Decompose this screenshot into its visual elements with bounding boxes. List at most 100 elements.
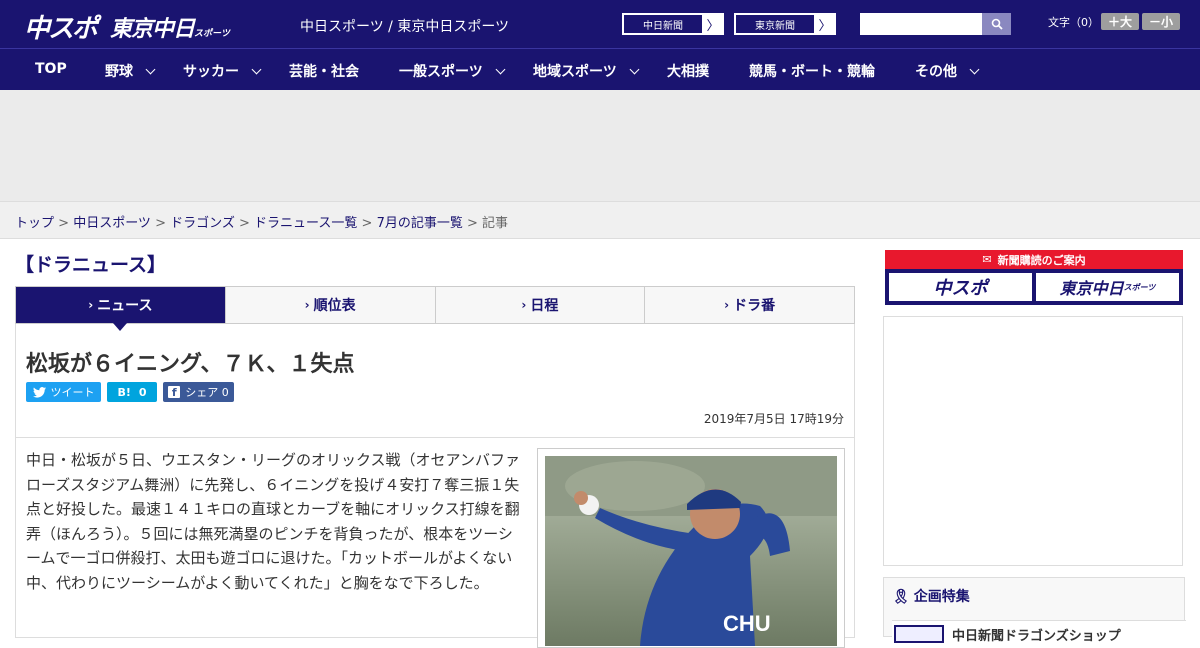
feature-title-text: 企画特集 [913,589,970,605]
chunichi-shimbun-label: 中日新聞 [623,14,703,34]
search-input[interactable] [860,13,982,35]
section-tabs: › ニュース › 順位表 › 日程 › ドラ番 [15,286,855,331]
tokyo-suffix: スポーツ [1123,282,1156,292]
tokyo-label: 東京中日 [1059,279,1124,298]
tab-standings[interactable]: › 順位表 [224,287,435,323]
breadcrumb: トップ > 中日スポーツ > ドラゴンズ > ドラニュース一覧 > 7月の記事一… [15,212,508,231]
chuspo-logo[interactable]: 中スポ [24,8,98,45]
article-body-box: 中日・松坂が５日、ウエスタン・リーグのオリックス戦（オセアンバファローズスタジア… [15,438,855,648]
chunichi-shimbun-link[interactable]: 中日新聞 〉 [622,13,724,35]
ribbon-icon: 🎗 [892,589,910,605]
sidebar-ad-area [883,316,1183,566]
breadcrumb-sep: > [234,216,255,231]
chevron-down-icon [251,64,262,75]
site-name: 中日スポーツ / 東京中日スポーツ [300,19,510,35]
chevron-down-icon [145,64,156,75]
feature-item-label: 中日新聞ドラゴンズショップ [952,629,1121,644]
pitcher-illustration: CHU [545,456,837,646]
chevron-right-icon: 〉 [706,18,720,34]
chevron-down-icon [629,64,640,75]
tweet-button[interactable]: ツイート [26,382,101,402]
nav-item-general-sports[interactable]: 一般スポーツ [399,61,506,81]
nav-item-baseball[interactable]: 野球 [105,61,156,81]
search-button[interactable] [982,13,1011,35]
share-label: シェア 0 [185,386,229,399]
breadcrumb-dragons[interactable]: ドラゴンズ [170,216,235,231]
font-size-label: 文字（0） [1048,16,1099,29]
nav-label: 野球 [105,64,133,80]
subscription-label: 新聞購読のご案内 [997,253,1086,267]
breadcrumb-current: 記事 [482,216,509,231]
breadcrumb-top[interactable]: トップ [15,216,54,231]
breadcrumb-sep: > [150,216,171,231]
hatena-bookmark-button[interactable]: B! 0 [107,382,157,402]
chevron-right-icon: › [88,298,94,312]
subscription-chuspo[interactable]: 中スポ [889,273,1032,301]
tab-schedule[interactable]: › 日程 [434,287,645,323]
jersey-text: CHU [723,611,771,636]
site-header: 中スポ 東京中日スポーツ 中日スポーツ / 東京中日スポーツ 中日新聞 〉 東京… [0,0,1200,48]
article-body: 中日・松坂が５日、ウエスタン・リーグのオリックス戦（オセアンバファローズスタジア… [26,451,520,592]
pitcher-photo: CHU [545,456,837,646]
chevron-right-icon: › [304,298,310,312]
nav-item-soccer[interactable]: サッカー [183,61,262,81]
nav-item-racing[interactable]: 競馬・ボート・競輪 [749,61,875,81]
feature-title: 🎗 企画特集 [892,586,970,606]
chevron-right-icon: › [521,298,527,312]
breadcrumb-sep: > [462,216,483,231]
chevron-right-icon: 〉 [818,18,832,34]
subscription-header: ✉ 新聞購読のご案内 [885,250,1183,269]
tab-label: 順位表 [313,298,356,314]
tab-label: 日程 [530,298,559,314]
chevron-down-icon [969,64,980,75]
tab-label: ドラ番 [733,298,776,314]
article-header: 松坂が６イニング、７Ｋ、１失点 ツイート B! 0 f シェア 0 2019年7月5… [15,324,855,438]
twitter-bird-icon [32,386,46,398]
newspaper-icon: ✉ [982,253,992,266]
breadcrumb-chunichi-sports[interactable]: 中日スポーツ [73,216,151,231]
font-smaller-button[interactable]: －小 [1142,13,1180,30]
tab-news[interactable]: › ニュース [16,287,225,331]
nav-label: 一般スポーツ [399,64,483,80]
hatena-icon: B! [117,385,131,399]
breadcrumb-bar: トップ > 中日スポーツ > ドラゴンズ > ドラニュース一覧 > 7月の記事一… [0,201,1200,239]
nav-item-top[interactable]: TOP [35,61,67,77]
tokyo-chunichi-logo[interactable]: 東京中日スポーツ [110,11,230,43]
article-title: 松坂が６イニング、７Ｋ、１失点 [26,352,355,377]
breadcrumb-news-list[interactable]: ドラニュース一覧 [254,216,357,231]
subscription-banner[interactable]: ✉ 新聞購読のご案内 中スポ 東京中日 スポーツ [885,250,1183,305]
main-nav: TOP 野球 サッカー 芸能・社会 一般スポーツ 地域スポーツ 大相撲 競馬・ボ… [0,48,1200,90]
hatena-count: 0 [138,385,147,399]
search-box [860,13,1011,35]
feature-item[interactable]: 中日新聞ドラゴンズショップ [892,620,1186,644]
chevron-down-icon [495,64,506,75]
tokyo-shimbun-label: 東京新聞 [735,14,815,34]
nav-item-sumo[interactable]: 大相撲 [667,61,709,81]
feature-box: 🎗 企画特集 中日新聞ドラゴンズショップ [883,577,1186,644]
tokyo-logo-text: 東京中日 [110,17,195,42]
nav-item-entertainment[interactable]: 芸能・社会 [289,61,359,81]
search-icon [991,18,1003,30]
nav-item-local-sports[interactable]: 地域スポーツ [533,61,640,81]
breadcrumb-sep: > [54,216,74,231]
article-photo[interactable]: CHU [537,448,845,648]
facebook-icon: f [168,386,181,399]
top-ad-area [0,90,1200,201]
breadcrumb-sep: > [357,216,377,231]
nav-label: その他 [915,64,957,80]
facebook-share-button[interactable]: f シェア 0 [163,382,234,402]
article-date: 2019年7月5日 17時19分 [703,412,844,426]
nav-label: 地域スポーツ [533,64,617,80]
nav-item-other[interactable]: その他 [915,61,980,81]
tweet-label: ツイート [50,386,95,399]
tokyo-shimbun-link[interactable]: 東京新聞 〉 [734,13,836,35]
breadcrumb-month-list[interactable]: 7月の記事一覧 [377,216,463,231]
section-title: 【ドラニュース】 [15,254,167,276]
nav-label: サッカー [183,64,239,80]
font-larger-button[interactable]: ＋大 [1101,13,1139,30]
chevron-right-icon: › [724,298,730,312]
subscription-tokyo[interactable]: 東京中日 スポーツ [1036,273,1179,301]
tokyo-logo-suffix: スポーツ [194,29,230,39]
dragons-shop-thumb [894,625,944,643]
tab-reporter[interactable]: › ドラ番 [644,287,854,323]
